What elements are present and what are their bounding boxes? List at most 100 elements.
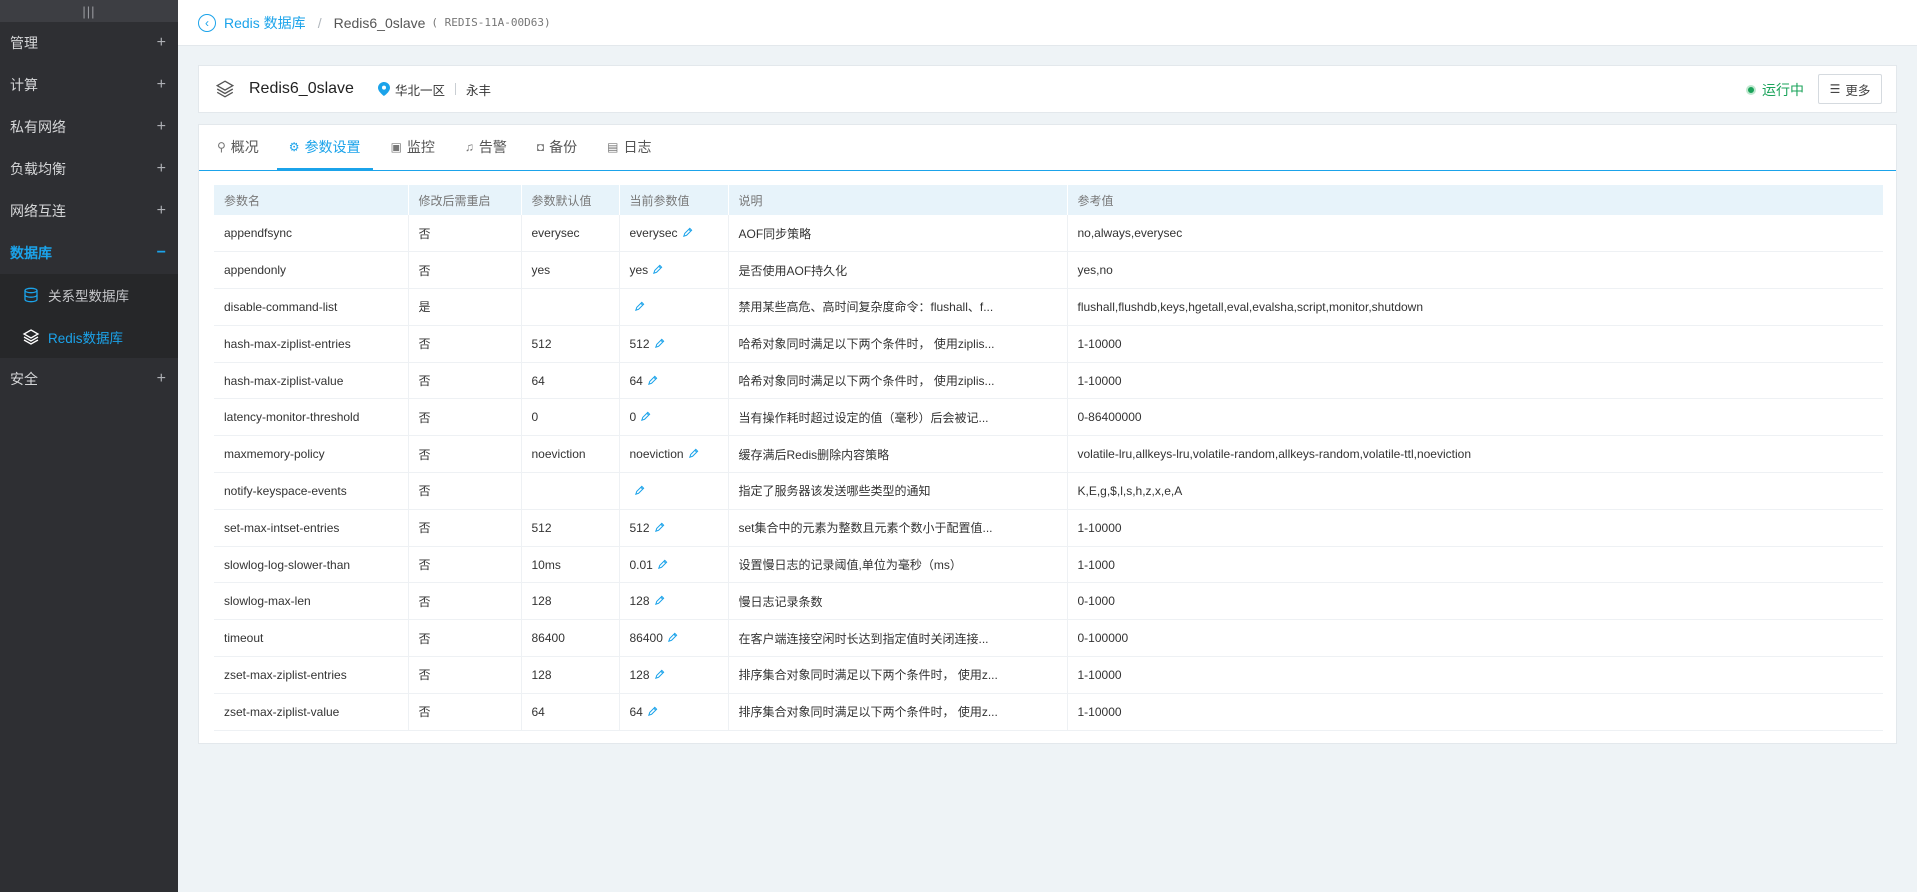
param-restart-required: 否: [407, 582, 521, 621]
expand-icon: +: [156, 118, 166, 135]
layers-icon: [215, 79, 235, 99]
tab-parameters[interactable]: ⚙ 参数设置: [276, 124, 373, 171]
log-icon: ▤: [607, 140, 619, 154]
edit-icon[interactable]: [654, 338, 665, 349]
status-text: 运行中: [1762, 82, 1804, 98]
param-current-value: everysec: [618, 215, 728, 253]
param-description: 排序集合对象同时满足以下两个条件时， 使用z...: [727, 693, 1067, 731]
tab-label: 参数设置: [304, 139, 361, 155]
sidebar-item-load-balancer[interactable]: 负载均衡 +: [0, 148, 178, 190]
tab-label: 日志: [623, 139, 652, 155]
param-restart-required: 否: [407, 546, 521, 584]
divider: [454, 83, 456, 95]
edit-icon[interactable]: [647, 706, 658, 717]
tab-alerts[interactable]: ♫ 告警: [453, 124, 519, 170]
param-restart-required: 否: [407, 251, 521, 290]
param-name: disable-command-list: [214, 288, 408, 326]
param-restart-required: 否: [407, 325, 521, 363]
sidebar-item-network-interconnect[interactable]: 网络互连 +: [0, 190, 178, 232]
param-name: zset-max-ziplist-value: [214, 693, 408, 731]
tab-label: 概况: [230, 139, 259, 155]
sidebar-item-label: 负载均衡: [10, 161, 66, 177]
breadcrumb-current: Redis6_0slave: [333, 14, 426, 31]
param-default-value: 512: [520, 509, 619, 547]
current-value-text: everysec: [629, 226, 678, 241]
status-dot-icon: [1746, 85, 1756, 95]
parameters-table: 参数名 修改后需重启 参数默认值 当前参数值 说明 参考值 appendfsync 否 eve…: [214, 185, 1883, 731]
tab-overview[interactable]: ⚲ 概况: [205, 124, 271, 170]
edit-icon[interactable]: [654, 522, 665, 533]
tab-monitoring[interactable]: ▣ 监控: [379, 124, 447, 170]
param-name: timeout: [214, 619, 408, 658]
param-reference-value: 0-86400000: [1066, 398, 1883, 437]
param-default-value: everysec: [520, 215, 619, 253]
param-restart-required: 否: [407, 619, 521, 658]
current-value-text: 512: [629, 520, 650, 535]
menu-icon: ☰: [1829, 82, 1841, 96]
sidebar-item-label: 计算: [10, 77, 38, 93]
param-restart-required: 是: [407, 288, 521, 326]
edit-icon[interactable]: [667, 632, 678, 643]
sidebar-item-label: 数据库: [10, 245, 52, 261]
database-icon: [22, 286, 40, 304]
current-value-text: 64: [629, 373, 643, 388]
param-reference-value: volatile-lru,allkeys-lru,volatile-random…: [1066, 435, 1883, 474]
breadcrumb-separator: /: [317, 14, 322, 31]
param-current-value: 512: [618, 325, 728, 363]
current-value-text: 128: [629, 594, 650, 609]
edit-icon[interactable]: [688, 448, 699, 459]
param-current-value: 64: [618, 362, 728, 400]
param-description: 设置慢日志的记录阈值,单位为毫秒（ms）: [727, 546, 1067, 584]
edit-icon[interactable]: [634, 301, 645, 312]
edit-icon[interactable]: [654, 595, 665, 606]
main-area: ‹ Redis 数据库 / Redis6_0slave ( REDIS-11A-…: [178, 0, 1917, 892]
database-submenu: 关系型数据库 Redis数据库: [0, 274, 178, 358]
param-restart-required: 否: [407, 215, 521, 253]
camera-icon: ◘: [536, 140, 545, 154]
table-row: maxmemory-policy 否 noeviction noeviction 缓存满…: [214, 435, 1883, 474]
instance-name: Redis6_0slave: [249, 80, 354, 97]
edit-icon[interactable]: [657, 559, 668, 570]
tab-logs[interactable]: ▤ 日志: [595, 124, 663, 170]
more-button[interactable]: ☰ 更多: [1818, 74, 1882, 104]
param-restart-required: 否: [407, 435, 521, 474]
param-restart-required: 否: [407, 398, 521, 437]
edit-icon[interactable]: [654, 669, 665, 680]
sidebar-item-security[interactable]: 安全 +: [0, 358, 178, 400]
edit-icon[interactable]: [634, 485, 645, 496]
tab-backup[interactable]: ◘ 备份: [525, 124, 589, 170]
param-restart-required: 否: [407, 656, 521, 694]
table-row: zset-max-ziplist-entries 否 128 128 排序集合对象同时满…: [214, 656, 1883, 694]
param-current-value: 128: [618, 582, 728, 621]
param-name: set-max-intset-entries: [214, 509, 408, 547]
current-value-text: 0: [629, 410, 637, 425]
param-description: 在客户端连接空闲时长达到指定值时关闭连接...: [727, 619, 1067, 658]
table-row: zset-max-ziplist-value 否 64 64 排序集合对象同时满足以下两…: [214, 693, 1883, 731]
edit-icon[interactable]: [682, 227, 693, 238]
param-description: 禁用某些高危、高时间复杂度命令：flushall、f...: [727, 288, 1067, 326]
expand-icon: +: [156, 76, 166, 93]
edit-icon[interactable]: [647, 375, 658, 386]
param-reference-value: 0-1000: [1066, 582, 1883, 621]
sidebar-item-management[interactable]: 管理 +: [0, 22, 178, 64]
sidebar-item-relational-db[interactable]: 关系型数据库: [0, 274, 178, 316]
sidebar-item-database[interactable]: 数据库 −: [0, 232, 178, 274]
parameters-panel: ⚲ 概况 ⚙ 参数设置 ▣ 监控 ♫ 告警 ◘ 备份 ▤ 日志 参数名 修改后需重启 参数默认值 当前参数值…: [198, 124, 1897, 744]
column-header: 说明: [727, 185, 1067, 215]
sidebar-item-private-network[interactable]: 私有网络 +: [0, 106, 178, 148]
edit-icon[interactable]: [640, 411, 651, 422]
param-name: notify-keyspace-events: [214, 472, 408, 510]
sidebar-item-redis-db[interactable]: Redis数据库: [0, 316, 178, 358]
collapse-icon: −: [156, 244, 166, 261]
sidebar-collapse-handle[interactable]: |||: [0, 0, 178, 22]
back-icon[interactable]: ‹: [198, 13, 216, 32]
edit-icon[interactable]: [652, 264, 663, 275]
column-header: 修改后需重启: [407, 185, 521, 215]
param-default-value: 128: [520, 582, 619, 621]
breadcrumb-instance-id: ( REDIS-11A-00D63): [431, 16, 551, 29]
table-row: notify-keyspace-events 否 指定了服务器该发送哪些类型的通知 K…: [214, 472, 1883, 510]
sidebar-item-compute[interactable]: 计算 +: [0, 64, 178, 106]
breadcrumb-parent-link[interactable]: Redis 数据库: [224, 13, 306, 33]
table-row: hash-max-ziplist-value 否 64 64 哈希对象同时满足以下两个条…: [214, 362, 1883, 400]
table-row: slowlog-max-len 否 128 128 慢日志记录条数 0-1000: [214, 582, 1883, 621]
